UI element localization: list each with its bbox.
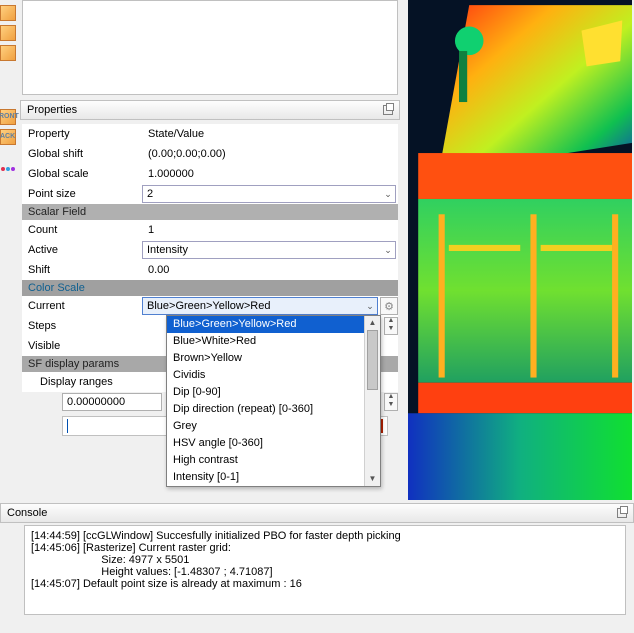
color-scale-current-row: Current Blue>Green>Yellow>Red ⌄ ⚙ Blue>G… [22, 296, 398, 316]
spin-down-icon: ▼ [385, 326, 397, 334]
global-scale-row: Global scale 1.000000 [22, 164, 398, 184]
scalar-field-section: Scalar Field [22, 204, 398, 220]
sf-count-row: Count 1 [22, 220, 398, 240]
view-cube-icon[interactable] [0, 5, 16, 21]
sf-active-row: Active Intensity ⌄ [22, 240, 398, 260]
undock-icon[interactable] [383, 105, 393, 115]
point-size-combo[interactable]: 2 ⌄ [142, 185, 396, 203]
3d-viewport[interactable] [408, 0, 632, 500]
gear-icon[interactable]: ⚙ [380, 297, 398, 315]
view-back-icon[interactable]: ACK [0, 129, 16, 145]
undock-icon[interactable] [617, 508, 627, 518]
color-scale-option[interactable]: Brown>Yellow [167, 350, 380, 367]
chevron-down-icon: ⌄ [381, 245, 395, 256]
scroll-thumb[interactable] [367, 330, 378, 390]
chevron-down-icon: ⌄ [381, 189, 395, 200]
point-size-row: Point size 2 ⌄ [22, 184, 398, 204]
view-cube-icon[interactable] [0, 25, 16, 41]
scroll-down-icon[interactable]: ▼ [365, 472, 380, 486]
panel-title: Console [7, 507, 47, 519]
console-panel: Console [14:44:59] [ccGLWindow] Succesfu… [0, 503, 634, 633]
color-scale-option[interactable]: Grey [167, 418, 380, 435]
color-scale-section: Color Scale [22, 280, 398, 296]
view-cube-icon[interactable] [0, 45, 16, 61]
color-scale-option[interactable]: Dip [0-90] [167, 384, 380, 401]
color-scale-option[interactable]: Dip direction (repeat) [0-360] [167, 401, 380, 418]
color-scale-option[interactable]: High contrast [167, 452, 380, 469]
rgb-points-icon[interactable] [0, 165, 16, 173]
color-scale-combo[interactable]: Blue>Green>Yellow>Red ⌄ [142, 297, 378, 315]
range-min-input[interactable] [62, 393, 162, 411]
db-tree[interactable] [22, 0, 398, 95]
color-scale-option[interactable]: Blue>White>Red [167, 333, 380, 350]
color-scale-option[interactable]: Intensity [0-1] [167, 469, 380, 486]
console-header[interactable]: Console [0, 503, 634, 523]
steps-spinner[interactable]: ▲▼ [384, 317, 398, 335]
global-shift-row: Global shift (0.00;0.00;0.00) [22, 144, 398, 164]
range-spinner[interactable]: ▲▼ [384, 393, 398, 411]
color-scale-option[interactable]: HSV angle [0-360] [167, 435, 380, 452]
sf-active-combo[interactable]: Intensity ⌄ [142, 241, 396, 259]
chevron-down-icon: ⌄ [363, 301, 377, 312]
scroll-up-icon[interactable]: ▲ [365, 316, 380, 330]
console-output[interactable]: [14:44:59] [ccGLWindow] Succesfully init… [24, 525, 626, 615]
color-scale-option[interactable]: Cividis [167, 367, 380, 384]
table-header-row: Property State/Value [22, 124, 398, 144]
panel-title: Properties [27, 104, 77, 116]
dropdown-scrollbar[interactable]: ▲ ▼ [364, 316, 380, 486]
col-property: Property [22, 128, 142, 140]
properties-header[interactable]: Properties [20, 100, 400, 120]
view-front-icon[interactable]: RONT [0, 109, 16, 125]
color-scale-dropdown[interactable]: Blue>Green>Yellow>RedBlue>White>RedBrown… [166, 315, 381, 487]
col-value: State/Value [142, 128, 398, 140]
color-scale-option[interactable]: Blue>Green>Yellow>Red [167, 316, 380, 333]
spin-down-icon: ▼ [385, 402, 397, 410]
view-toolbar: RONT ACK [0, 0, 20, 500]
properties-body: Property State/Value Global shift (0.00;… [22, 124, 398, 436]
sf-shift-row: Shift 0.00 [22, 260, 398, 280]
